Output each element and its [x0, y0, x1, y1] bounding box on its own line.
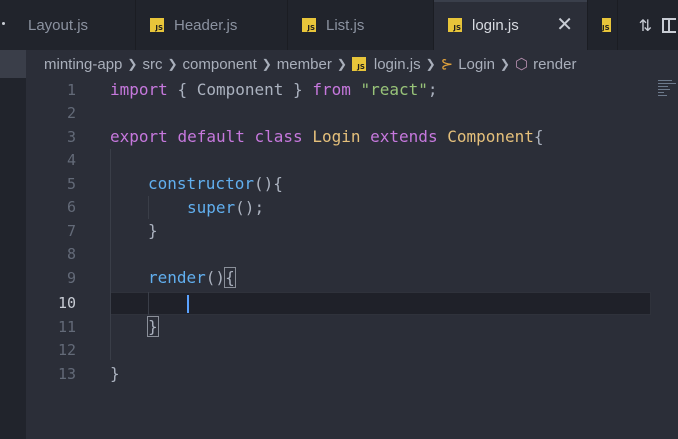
- code-text: }: [148, 221, 158, 241]
- side-strip-selected: [0, 50, 26, 78]
- line-number: 2: [66, 104, 76, 123]
- code-text: import { Component } from "react";: [110, 80, 438, 100]
- side-strip: [0, 50, 26, 439]
- line-number: 3: [66, 127, 76, 146]
- method-symbol-icon: ⬡: [514, 56, 529, 73]
- js-file-icon: JS: [602, 18, 611, 32]
- code-editor[interactable]: 1 import { Component } from "react"; 2 3…: [26, 78, 678, 439]
- line-number: 1: [66, 80, 76, 99]
- breadcrumb: minting-app ❯ src ❯ component ❯ member ❯…: [44, 52, 576, 76]
- js-file-icon: JS: [150, 18, 164, 32]
- js-file-icon: JS: [448, 18, 462, 32]
- tab-bar: Layout.js JS Header.js JS List.js JS log…: [0, 0, 678, 50]
- code-line: 2: [26, 102, 652, 126]
- line-number: 6: [66, 198, 76, 217]
- code-line: 12: [26, 339, 652, 363]
- line-number: 12: [57, 341, 76, 360]
- code-line: 8: [26, 243, 652, 267]
- tab-list-js[interactable]: JS List.js: [288, 0, 434, 50]
- tab-layout-js[interactable]: Layout.js: [0, 0, 136, 50]
- class-symbol-icon: ⊱: [440, 56, 454, 73]
- code-line-current: 10: [26, 292, 652, 316]
- code-text: constructor(){: [148, 174, 283, 194]
- breadcrumb-class[interactable]: Login: [458, 56, 495, 73]
- code-text: export default class Login extends Compo…: [110, 127, 544, 147]
- line-number: 5: [66, 174, 76, 193]
- code-line: 11 }: [26, 315, 652, 339]
- breadcrumb-file[interactable]: login.js: [374, 56, 421, 73]
- compare-changes-icon[interactable]: ⇅: [639, 16, 652, 35]
- tab-login-js[interactable]: JS login.js ✕: [434, 0, 588, 50]
- line-number: 9: [66, 268, 76, 287]
- tab-header-js[interactable]: JS Header.js: [136, 0, 288, 50]
- code-line: 3 export default class Login extends Com…: [26, 125, 652, 149]
- tab-label: List.js: [326, 16, 365, 34]
- text-caret: [187, 294, 189, 313]
- tab-overflow[interactable]: JS: [588, 0, 618, 50]
- line-number: 13: [57, 364, 76, 383]
- tab-label: Layout.js: [28, 16, 89, 34]
- code-text: }: [147, 316, 159, 338]
- code-line: 9 render(){: [26, 266, 652, 290]
- chevron-right-icon: ❯: [499, 57, 510, 71]
- tab-label: login.js: [472, 16, 519, 34]
- line-number: 8: [66, 245, 76, 264]
- code-text: render(){: [148, 267, 236, 289]
- breadcrumb-item[interactable]: member: [277, 56, 332, 73]
- line-number: 4: [66, 151, 76, 170]
- chevron-right-icon: ❯: [261, 57, 272, 71]
- chevron-right-icon: ❯: [167, 57, 178, 71]
- editor-actions: ⇅: [639, 0, 678, 50]
- chevron-right-icon: ❯: [425, 57, 436, 71]
- js-file-icon: JS: [302, 18, 316, 32]
- chevron-right-icon: ❯: [127, 57, 138, 71]
- breadcrumb-item[interactable]: component: [183, 56, 257, 73]
- breadcrumb-item[interactable]: src: [142, 56, 162, 73]
- code-line: 13 }: [26, 362, 652, 386]
- minimap[interactable]: [658, 78, 678, 108]
- code-line: 1 import { Component } from "react";: [26, 78, 652, 102]
- code-text: super();: [187, 197, 265, 217]
- breadcrumb-item[interactable]: minting-app: [44, 56, 122, 73]
- line-number: 7: [66, 221, 76, 240]
- code-text: }: [110, 364, 120, 384]
- code-line: 4: [26, 149, 652, 173]
- tab-label: Header.js: [174, 16, 238, 34]
- split-editor-icon[interactable]: [662, 17, 676, 33]
- js-file-icon: JS: [351, 57, 366, 71]
- line-number: 11: [57, 317, 76, 336]
- line-number: 10: [57, 294, 76, 313]
- close-icon[interactable]: ✕: [556, 15, 573, 35]
- breadcrumb-method[interactable]: render: [533, 56, 576, 73]
- code-line: 7 }: [26, 219, 652, 243]
- chevron-right-icon: ❯: [336, 57, 347, 71]
- code-line: 6 super();: [26, 196, 652, 220]
- code-line: 5 constructor(){: [26, 172, 652, 196]
